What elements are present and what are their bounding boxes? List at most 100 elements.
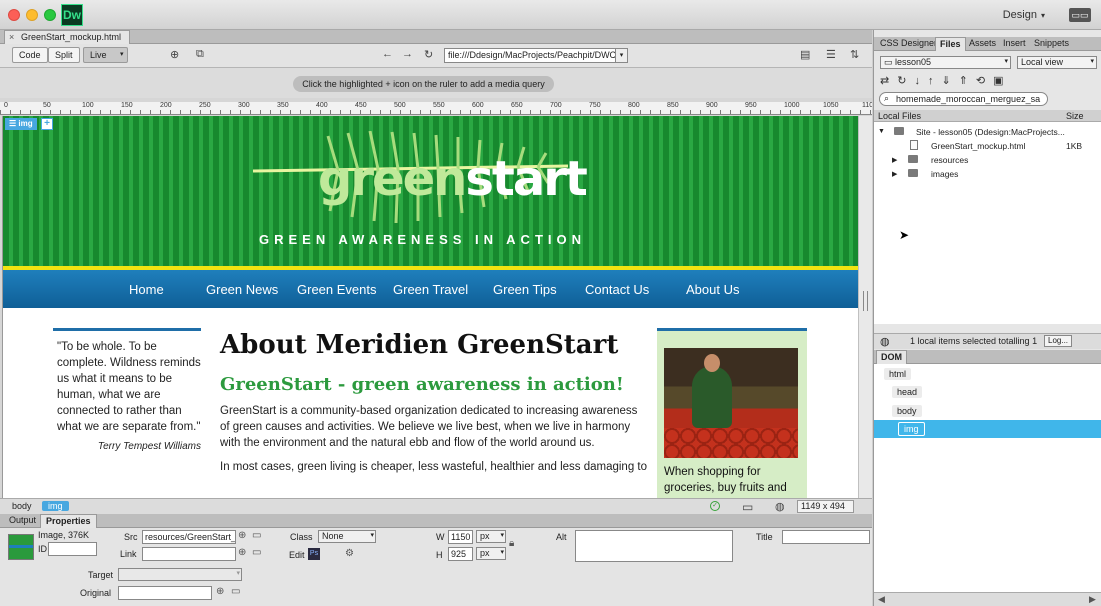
width-input[interactable]: 1150: [448, 530, 473, 544]
expand-triangle-icon[interactable]: ▼: [878, 128, 885, 135]
back-icon[interactable]: ←: [382, 48, 393, 60]
globe-icon[interactable]: ◍: [775, 500, 785, 513]
window-size-select[interactable]: 1149 x 494: [797, 500, 854, 513]
check-out-icon[interactable]: ⇓: [941, 75, 958, 87]
forward-icon[interactable]: →: [402, 48, 413, 60]
sync-icon[interactable]: ⟲: [976, 75, 993, 87]
alt-input[interactable]: [575, 530, 733, 562]
width-unit-select[interactable]: px ▾: [476, 530, 506, 543]
sort-icon[interactable]: ⇅: [850, 48, 859, 61]
src-input[interactable]: resources/GreenStart_: [142, 530, 236, 544]
nav-about-us[interactable]: About Us: [686, 282, 739, 297]
list-item[interactable]: ▶ resources: [874, 154, 1101, 168]
view-select[interactable]: Local view ▾: [1017, 56, 1097, 69]
nav-contact-us[interactable]: Contact Us: [585, 282, 649, 297]
panel-toggle-icon[interactable]: ▭▭: [1069, 8, 1091, 22]
expand-triangle-icon[interactable]: ▶: [892, 170, 897, 178]
list-item[interactable]: ▶ images: [874, 168, 1101, 182]
chevron-down-icon: ▾: [1090, 58, 1094, 65]
grip-icon[interactable]: [863, 291, 868, 311]
expand-icon[interactable]: ▶: [1089, 594, 1096, 605]
log-button[interactable]: Log...: [1044, 335, 1073, 347]
nav-home[interactable]: Home: [129, 282, 164, 297]
id-input[interactable]: [48, 542, 97, 556]
tab-insert[interactable]: Insert: [999, 37, 1030, 51]
add-class-button[interactable]: +: [41, 118, 53, 130]
edit-image-settings-icon[interactable]: ⚙: [345, 548, 354, 559]
tab-output[interactable]: Output: [4, 514, 41, 528]
page-options-icon[interactable]: ☰: [826, 48, 836, 61]
page-header-banner[interactable]: ☰ img + greenstart GREEN AWARENESS IN AC…: [3, 116, 858, 266]
check-in-icon[interactable]: ⇑: [959, 75, 976, 87]
column-size[interactable]: Size: [1066, 111, 1084, 121]
photoshop-icon[interactable]: Ps: [308, 548, 320, 560]
nav-green-travel[interactable]: Green Travel: [393, 282, 468, 297]
tab-dom[interactable]: DOM: [876, 350, 907, 364]
live-view-button[interactable]: Live ▾: [83, 47, 128, 63]
folder-icon[interactable]: ▭: [231, 586, 240, 597]
tab-css-designer[interactable]: CSS Designer: [876, 37, 941, 51]
point-to-file-icon[interactable]: ⊕: [238, 530, 246, 541]
dom-selected-row[interactable]: img: [874, 420, 1101, 438]
close-icon[interactable]: ×: [9, 32, 14, 42]
original-input[interactable]: [118, 586, 212, 600]
file-management-icon[interactable]: ▤: [800, 48, 810, 61]
height-unit-select[interactable]: px ▾: [476, 547, 506, 560]
address-bar[interactable]: file:///Ddesign/MacProjects/Peachpit/DWC…: [444, 48, 628, 63]
monitor-icon[interactable]: ▭: [742, 500, 753, 514]
code-nav-icon[interactable]: ⧉: [196, 48, 204, 61]
close-window-button[interactable]: [8, 9, 20, 21]
dom-node-body[interactable]: body: [892, 405, 922, 417]
list-item[interactable]: ▼ Site - lesson05 (Ddesign:MacProjects..…: [874, 126, 1101, 140]
minimize-window-button[interactable]: [26, 9, 38, 21]
document-tab[interactable]: × GreenStart_mockup.html: [4, 30, 131, 44]
point-to-file-icon[interactable]: ⊕: [238, 547, 246, 558]
point-to-file-icon[interactable]: ⊕: [216, 586, 224, 597]
main-nav: Home Green News Green Events Green Trave…: [3, 270, 858, 308]
tab-snippets[interactable]: Snippets: [1030, 37, 1073, 51]
files-search-input[interactable]: ⌕ homemade_moroccan_merguez_sa: [879, 92, 1048, 106]
nav-green-events[interactable]: Green Events: [297, 282, 377, 297]
collapse-icon[interactable]: ◀: [878, 594, 885, 605]
thumbnail-bar: [9, 545, 33, 548]
folder-icon[interactable]: ▭: [252, 530, 261, 541]
list-item[interactable]: GreenStart_mockup.html 1KB: [874, 140, 1101, 154]
get-files-icon[interactable]: ↓: [914, 75, 928, 87]
viewport-resize-handle[interactable]: [858, 116, 872, 514]
workspace-switcher[interactable]: Design ▾: [1003, 9, 1045, 21]
tag-img[interactable]: img: [42, 501, 69, 511]
dom-node-head[interactable]: head: [892, 386, 923, 398]
site-select[interactable]: ▭ lesson05 ▾: [880, 56, 1011, 69]
height-input[interactable]: 925: [448, 547, 473, 561]
class-select[interactable]: None ▾: [318, 530, 376, 543]
code-view-button[interactable]: Code: [12, 47, 48, 63]
split-view-button[interactable]: Split: [48, 47, 80, 63]
nav-green-news[interactable]: Green News: [206, 282, 278, 297]
nav-green-tips[interactable]: Green Tips: [493, 282, 557, 297]
target-select[interactable]: ▾: [118, 568, 242, 581]
tag-body[interactable]: body: [8, 501, 36, 511]
link-input[interactable]: [142, 547, 236, 561]
photo-person: [692, 366, 732, 428]
element-tag-badge[interactable]: ☰ img: [5, 118, 37, 130]
refresh-icon[interactable]: ↻: [424, 48, 433, 61]
put-files-icon[interactable]: ↑: [928, 75, 942, 87]
folder-icon[interactable]: ▭: [252, 547, 261, 558]
ruler[interactable]: 0 50 100 150 200 250 300 350 400 450 500 550 600 650 7…: [0, 102, 872, 115]
dom-node-html[interactable]: html: [884, 368, 912, 380]
title-input[interactable]: [782, 530, 870, 544]
dom-node-img[interactable]: img: [898, 422, 925, 436]
tab-properties[interactable]: Properties: [40, 514, 97, 528]
column-local-files[interactable]: Local Files: [878, 111, 921, 121]
connect-icon[interactable]: ⇄: [880, 75, 897, 87]
expand-triangle-icon[interactable]: ▶: [892, 156, 897, 164]
tab-files[interactable]: Files: [935, 37, 966, 51]
inspect-icon[interactable]: ⊕: [170, 48, 179, 61]
lock-icon[interactable]: 🔒︎: [509, 538, 514, 549]
refresh-icon[interactable]: ↻: [897, 75, 914, 87]
check-icon: ✓: [710, 501, 720, 511]
chevron-down-icon[interactable]: ▾: [615, 49, 627, 62]
expand-icon[interactable]: ▣: [993, 75, 1011, 87]
tab-assets[interactable]: Assets: [965, 37, 1000, 51]
zoom-window-button[interactable]: [44, 9, 56, 21]
